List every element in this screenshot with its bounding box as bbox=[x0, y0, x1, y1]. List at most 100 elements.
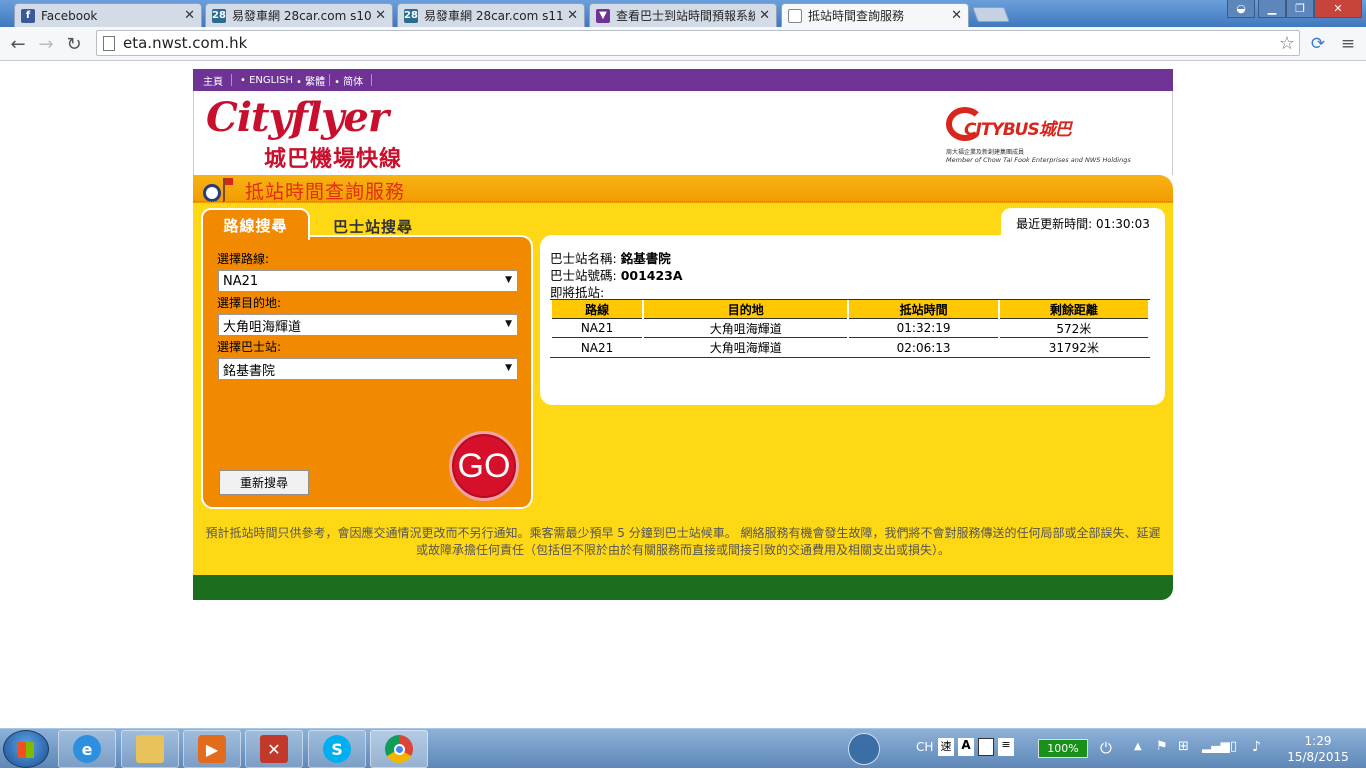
disclaimer-text: 預計抵站時間只供參考，會因應交通情況更改而不另行通知。乘客需最少預早 5 分鐘到… bbox=[205, 526, 1161, 557]
cell-distance: 572米 bbox=[999, 319, 1148, 338]
table-row: NA21 大角咀海輝道 01:32:19 572米 bbox=[552, 319, 1148, 338]
page-icon bbox=[788, 8, 802, 23]
bus-stop-select[interactable]: 銘基書院 ▼ bbox=[218, 358, 518, 380]
start-button[interactable] bbox=[3, 730, 49, 768]
destination-label: 選擇目的地: bbox=[217, 296, 282, 310]
close-window-button[interactable]: ✕ bbox=[1314, 0, 1362, 18]
power-plug-icon[interactable]: ⏻ bbox=[1100, 739, 1112, 757]
nav-simplified-chinese[interactable]: • 简体 bbox=[334, 73, 363, 88]
browser-tab-active[interactable]: 抵站時間查詢服務 ✕ bbox=[781, 3, 969, 27]
clock-date: 15/8/2015 bbox=[1287, 750, 1349, 764]
column-header-eta: 抵站時間 bbox=[849, 300, 998, 319]
citybus-name: CITYBUS城巴 bbox=[964, 120, 1072, 140]
destination-select-value: 大角咀海輝道 bbox=[223, 319, 302, 335]
tab-title: 易發車網 28car.com s108 bbox=[232, 9, 372, 23]
forward-icon[interactable]: → bbox=[34, 32, 58, 56]
bus-stop-label: 選擇巴士站: bbox=[217, 340, 282, 354]
nav-home[interactable]: 主頁 bbox=[203, 73, 223, 88]
internet-explorer-icon: e bbox=[73, 735, 101, 763]
cityflyer-logo-text: Cityflyer bbox=[206, 94, 389, 141]
action-center-flag-icon[interactable]: ⚑ bbox=[1156, 739, 1168, 754]
browser-tab-28car-2[interactable]: 28 易發車網 28car.com s110 ✕ bbox=[397, 3, 585, 27]
bus-eta-icon: ▼ bbox=[596, 8, 610, 23]
bus-stop-select-value: 銘基書院 bbox=[223, 363, 276, 379]
minimize-button[interactable]: ▁ bbox=[1258, 0, 1286, 18]
extension-icon[interactable]: ⟳ bbox=[1306, 32, 1330, 56]
tab-route-search[interactable]: 路線搜尋 bbox=[201, 208, 310, 240]
system-clock[interactable]: 1:29 15/8/2015 bbox=[1278, 733, 1358, 765]
last-updated-time: 最近更新時間: 01:30:03 bbox=[1001, 208, 1165, 238]
address-bar[interactable]: eta.nwst.com.hk ☆ bbox=[96, 30, 1300, 56]
menu-icon[interactable]: ≡ bbox=[1336, 32, 1360, 56]
cell-destination: 大角咀海輝道 bbox=[644, 319, 848, 338]
taskbar-media-player[interactable]: ▶ bbox=[183, 730, 241, 768]
tab-title: 易發車網 28car.com s110 bbox=[424, 9, 564, 23]
reload-icon[interactable]: ↻ bbox=[62, 32, 86, 56]
skype-icon: S bbox=[323, 735, 351, 763]
site-header: Cityflyer 城巴機場快線 CITYBUS城巴 周大福企業及新創建集團成員… bbox=[193, 91, 1173, 175]
browser-tab-facebook[interactable]: f Facebook ✕ bbox=[14, 3, 202, 27]
reset-search-button[interactable]: 重新搜尋 bbox=[219, 470, 309, 495]
windows-update-icon[interactable]: ⊞ bbox=[1178, 739, 1189, 754]
cityflyer-logo[interactable]: Cityflyer 城巴機場快線 bbox=[206, 94, 401, 173]
language-indicator[interactable]: CH bbox=[916, 740, 933, 754]
taskbar-internet-explorer[interactable]: e bbox=[58, 730, 116, 768]
bookmark-star-icon[interactable]: ☆ bbox=[1279, 33, 1295, 54]
stop-code-label: 巴士站號碼: bbox=[550, 268, 621, 283]
browser-tab-bus-eta[interactable]: ▼ 查看巴士到站時間預報系統 ✕ bbox=[589, 3, 777, 27]
dropdown-arrow-icon: ▼ bbox=[505, 319, 512, 329]
close-tab-icon[interactable]: ✕ bbox=[759, 8, 770, 23]
nav-separator bbox=[371, 74, 373, 86]
dropdown-arrow-icon: ▼ bbox=[505, 363, 512, 373]
cell-route: NA21 bbox=[580, 340, 614, 355]
column-header-route: 路線 bbox=[552, 300, 643, 319]
close-tab-icon[interactable]: ✕ bbox=[184, 8, 195, 23]
column-header-distance: 剩餘距離 bbox=[999, 300, 1148, 319]
nav-english[interactable]: • ENGLISH bbox=[240, 75, 293, 86]
browser-toolbar: ← → ↻ eta.nwst.com.hk ☆ ⟳ ≡ bbox=[0, 27, 1366, 61]
route-select-value: NA21 bbox=[223, 273, 259, 289]
go-button[interactable]: GO bbox=[449, 431, 519, 501]
network-drive-icon[interactable] bbox=[848, 733, 880, 765]
route-label: 選擇路線: bbox=[217, 252, 270, 266]
input-method-icon[interactable]: 速 bbox=[938, 738, 954, 756]
windows-taskbar: e ▶ ✕ S CH 速 A ≡ 100% ⏻ ▲ ⚑ ⊞ ▂▄▆ ▯ ♪ 1:… bbox=[0, 728, 1366, 768]
eta-table: 路線 目的地 抵站時間 剩餘距離 NA21 大角咀海輝道 01:32:19 57… bbox=[550, 299, 1150, 358]
stop-name-label: 巴士站名稱: bbox=[550, 251, 621, 266]
maximize-button[interactable]: ❐ bbox=[1286, 0, 1314, 18]
user-icon[interactable]: ◒ bbox=[1227, 0, 1255, 18]
url-text: eta.nwst.com.hk bbox=[123, 34, 248, 52]
table-row: NA21 大角咀海輝道 02:06:13 31792米 bbox=[552, 338, 1148, 357]
browser-tab-28car-1[interactable]: 28 易發車網 28car.com s108 ✕ bbox=[205, 3, 393, 27]
windows-logo-icon bbox=[18, 742, 34, 758]
signal-strength-icon[interactable]: ▂▄▆ bbox=[1202, 739, 1230, 753]
volume-icon[interactable]: ♪ bbox=[1252, 739, 1261, 755]
page-title: 抵站時間查詢服務 bbox=[245, 181, 406, 203]
taskbar-skype[interactable]: S bbox=[308, 730, 366, 768]
cell-destination: 大角咀海輝道 bbox=[709, 341, 782, 355]
width-mode-icon[interactable] bbox=[978, 738, 994, 756]
battery-meter[interactable]: 100% bbox=[1038, 739, 1088, 758]
cell-route: NA21 bbox=[552, 319, 643, 338]
close-tab-icon[interactable]: ✕ bbox=[567, 8, 578, 23]
browser-tab-strip: f Facebook ✕ 28 易發車網 28car.com s108 ✕ 28… bbox=[0, 0, 1366, 27]
column-header-destination: 目的地 bbox=[644, 300, 848, 319]
font-mode-icon[interactable]: A bbox=[958, 738, 974, 756]
show-hidden-icons[interactable]: ▲ bbox=[1134, 741, 1142, 752]
media-player-icon: ▶ bbox=[198, 735, 226, 763]
nav-separator bbox=[329, 74, 331, 86]
close-tab-icon[interactable]: ✕ bbox=[375, 8, 386, 23]
taskbar-file-explorer[interactable] bbox=[121, 730, 179, 768]
battery-icon[interactable]: ▯ bbox=[1230, 739, 1237, 754]
back-icon[interactable]: ← bbox=[6, 32, 30, 56]
new-tab-button[interactable] bbox=[972, 7, 1010, 22]
close-tab-icon[interactable]: ✕ bbox=[951, 8, 962, 23]
nav-traditional-chinese[interactable]: • 繁體 bbox=[296, 73, 325, 88]
destination-select[interactable]: 大角咀海輝道 ▼ bbox=[218, 314, 518, 336]
taskbar-chrome[interactable] bbox=[370, 730, 428, 768]
ime-menu-icon[interactable]: ≡ bbox=[998, 738, 1014, 756]
taskbar-app[interactable]: ✕ bbox=[245, 730, 303, 768]
main-content: 路線搜尋 巴士站搜尋 選擇路線: NA21 ▼ 選擇目的地: 大角咀海輝道 ▼ … bbox=[193, 203, 1173, 575]
route-select[interactable]: NA21 ▼ bbox=[218, 270, 518, 292]
page-icon bbox=[103, 35, 115, 51]
